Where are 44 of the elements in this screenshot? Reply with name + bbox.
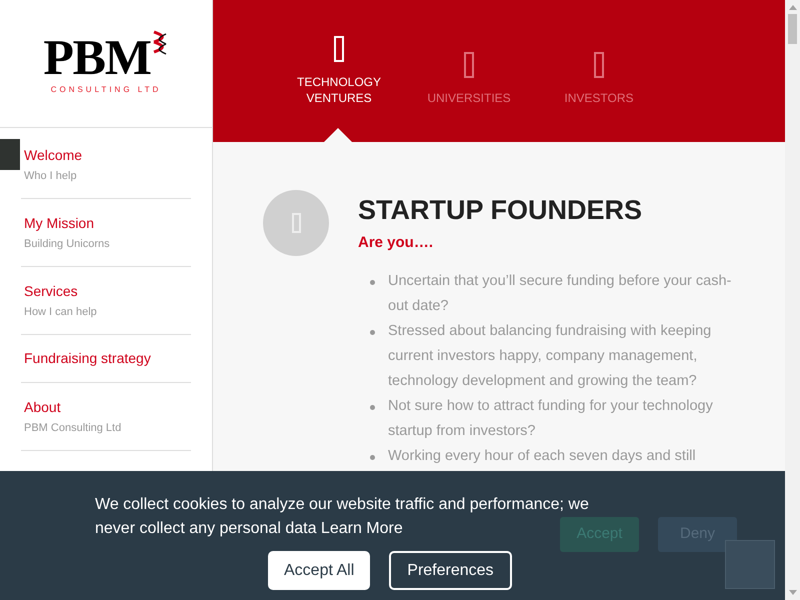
logo[interactable]: PBM CONSULTING LTD bbox=[0, 0, 212, 128]
section-lead: Are you…. bbox=[358, 233, 434, 253]
bullet-icon bbox=[370, 330, 375, 334]
sidebar-item[interactable]: About PBM Consulting Ltd bbox=[21, 383, 191, 451]
logo-tagline: CONSULTING LTD bbox=[50, 84, 162, 96]
section-title: STARTUP FOUNDERS bbox=[358, 194, 644, 227]
sidebar-item-subtitle: How I can help bbox=[24, 304, 98, 320]
category-tab[interactable]: TECHNOLOGY VENTURES bbox=[278, 0, 400, 142]
tab-label: TECHNOLOGY VENTURES bbox=[296, 74, 382, 106]
preferences-button[interactable]: Preferences bbox=[389, 551, 512, 590]
logo-wordmark: PBM bbox=[43, 32, 151, 82]
sidebar-item-subtitle: Who I help bbox=[24, 168, 78, 184]
scrollbar[interactable] bbox=[785, 0, 800, 600]
sidebar-item[interactable]: Fundraising strategy bbox=[21, 335, 191, 383]
glyph-icon bbox=[594, 52, 604, 78]
learn-more-link[interactable]: Learn More bbox=[320, 520, 403, 537]
tab-label: UNIVERSITIES bbox=[426, 90, 512, 106]
badge-placeholder bbox=[725, 540, 775, 589]
sidebar-item-title: My Mission bbox=[24, 214, 96, 233]
accept-all-button[interactable]: Accept All bbox=[268, 551, 370, 590]
bullet-text: Working every hour of each seven days and still bbox=[388, 446, 696, 466]
sidebar-item-subtitle: PBM Consulting Ltd bbox=[24, 420, 122, 436]
glyph-icon bbox=[334, 36, 344, 62]
tab-label: INVESTORS bbox=[563, 90, 635, 106]
bullet-text: Not sure how to attract funding for your technology startup from investors? bbox=[388, 396, 714, 440]
sidebar-item-title: Fundraising strategy bbox=[24, 349, 152, 368]
sidebar-item-subtitle: Building Unicorns bbox=[24, 236, 111, 252]
helix-icon bbox=[150, 30, 169, 56]
bullet-icon bbox=[370, 280, 375, 284]
active-pointer-icon bbox=[324, 128, 352, 142]
sidebar-item-title: Welcome bbox=[24, 146, 84, 165]
bullet-icon bbox=[370, 404, 375, 410]
bullet-icon bbox=[370, 454, 375, 460]
side-tab[interactable] bbox=[0, 139, 20, 170]
glyph-icon bbox=[464, 52, 474, 78]
sidebar-item[interactable]: Welcome Who I help bbox=[21, 131, 191, 199]
sidebar-item[interactable]: Services How I can help bbox=[21, 267, 191, 335]
bullet-text: Uncertain that you’ll secure funding before your cash-out date? bbox=[388, 272, 732, 316]
bullet-text: Stressed about balancing fundraising with keeping current investors happy, company management, technology development and growing the team? bbox=[388, 322, 712, 390]
glyph-icon bbox=[292, 213, 300, 233]
sidebar-item-title: Services bbox=[24, 282, 79, 301]
sidebar-item[interactable]: My Mission Building Unicorns bbox=[21, 199, 191, 267]
scroll-thumb[interactable] bbox=[788, 14, 797, 44]
sidebar-item-title: About bbox=[24, 398, 62, 417]
